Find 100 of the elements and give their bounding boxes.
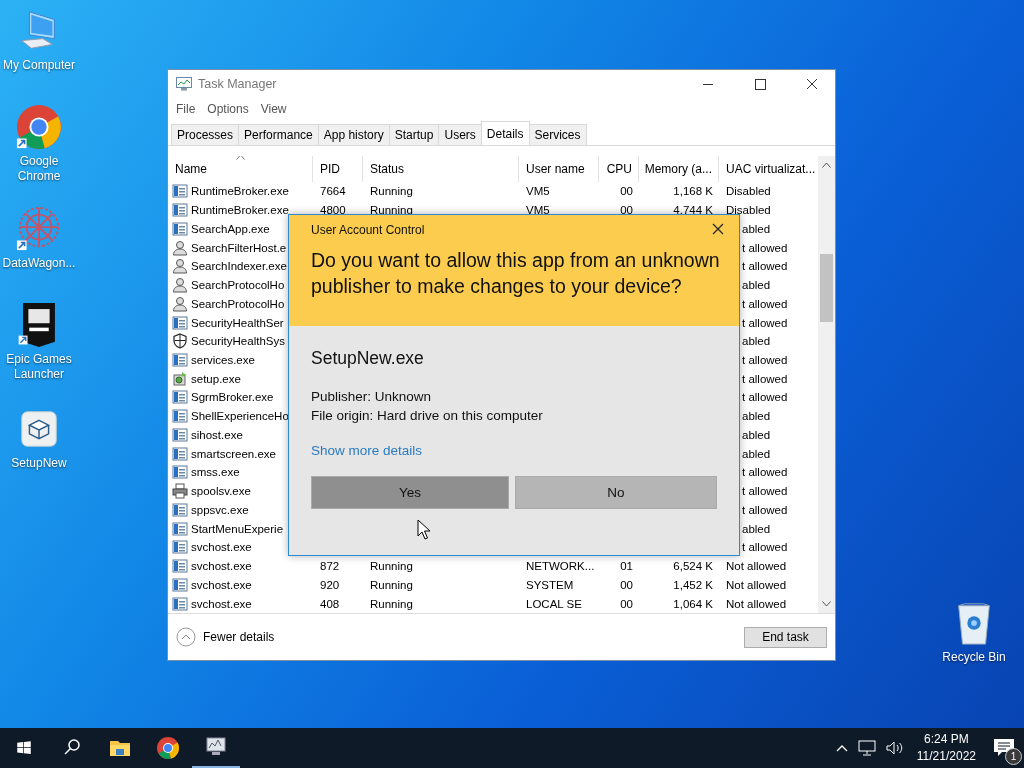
tab[interactable]: Users <box>438 124 482 145</box>
table-cell: StartMenuExperie <box>191 522 284 535</box>
table-cell: t allowed <box>742 260 788 273</box>
close-icon <box>712 223 724 235</box>
table-cell: ShellExperienceHo <box>191 410 289 423</box>
table-cell: Not allowed <box>726 578 787 591</box>
table-cell: 6,524 K <box>673 560 713 573</box>
table-cell: 1,168 K <box>673 185 713 198</box>
table-cell: 00 <box>620 185 633 198</box>
table-cell: t allowed <box>742 316 788 329</box>
mandala-icon <box>16 206 62 252</box>
table-cell: svchost.exe <box>191 578 252 591</box>
column-header[interactable]: Status <box>363 156 519 182</box>
tab[interactable]: Processes <box>171 124 240 145</box>
tab[interactable]: Startup <box>388 124 440 145</box>
table-cell: VM5 <box>526 185 550 198</box>
window-icon <box>172 595 188 612</box>
dialog-button[interactable]: Yes <box>311 476 509 509</box>
tab[interactable]: Services <box>528 124 587 145</box>
column-header[interactable]: User name <box>519 156 599 182</box>
table-cell: 00 <box>620 578 633 591</box>
window-icon <box>172 520 188 537</box>
tab[interactable]: Performance <box>238 124 319 145</box>
table-cell: services.exe <box>191 353 255 366</box>
shield-icon <box>172 333 188 350</box>
dialog-title: User Account Control <box>311 223 426 237</box>
table-cell: Running <box>370 185 413 198</box>
table-cell: spoolsv.exe <box>191 485 251 498</box>
scroll-down-icon[interactable] <box>822 601 831 607</box>
table-cell: SecurityHealthSys <box>191 335 285 348</box>
table-cell: 4,744 K <box>673 204 713 217</box>
tab[interactable]: App history <box>317 124 390 145</box>
window-icon <box>172 220 188 237</box>
collapse-icon <box>176 627 196 647</box>
scroll-up-icon[interactable] <box>822 162 831 168</box>
fewer-details-button[interactable]: Fewer details <box>176 627 275 647</box>
dialog-button[interactable]: No <box>515 476 717 509</box>
table-cell: svchost.exe <box>191 597 252 610</box>
table-cell: SearchProtocolHo <box>191 297 285 310</box>
end-task-button[interactable]: End task <box>744 626 827 648</box>
table-cell: 872 <box>320 560 340 573</box>
scrollbar[interactable] <box>818 156 835 613</box>
chrome-icon <box>16 104 62 150</box>
table-cell: 00 <box>620 597 633 610</box>
table-cell: Not allowed <box>726 597 787 610</box>
desktop-icon-label[interactable]: Recycle Bin <box>936 650 1012 665</box>
chevron-up-icon <box>835 744 848 752</box>
user-gear-icon <box>172 239 188 256</box>
table-cell: SYSTEM <box>526 578 574 591</box>
table-cell: t allowed <box>742 485 788 498</box>
menu-item[interactable]: Options <box>207 102 249 116</box>
window-icon <box>172 464 188 481</box>
table-cell: abled <box>742 522 771 535</box>
table-cell: SearchProtocolHo <box>191 279 285 292</box>
table-cell: sihost.exe <box>191 428 243 441</box>
table-cell: abled <box>742 428 771 441</box>
window-icon <box>172 183 188 200</box>
show-details-link[interactable]: Show more details <box>311 443 423 458</box>
table-cell: t allowed <box>742 391 788 404</box>
column-header[interactable]: Memory (a... <box>639 156 719 182</box>
table-cell: RuntimeBroker.exe <box>191 185 289 198</box>
column-header[interactable]: PID <box>313 156 363 182</box>
window-icon <box>172 576 188 593</box>
column-header[interactable]: Name <box>168 156 313 182</box>
table-cell: Disabled <box>726 185 771 198</box>
table-cell: SearchFilterHost.e <box>191 241 287 254</box>
table-cell: abled <box>742 410 771 423</box>
dialog-question: Do you want to allow this app from an unknown publisher to make changes to your device? <box>311 248 721 299</box>
table-cell: 408 <box>320 597 340 610</box>
speaker-icon <box>885 740 904 756</box>
table-cell: Running <box>370 578 413 591</box>
window-icon <box>172 445 188 462</box>
user-gear-icon <box>172 258 188 275</box>
mouse-cursor-icon <box>417 519 430 540</box>
window-icon <box>172 314 188 331</box>
clock[interactable]: 6:24 PM 11/21/2022 <box>908 731 984 765</box>
table-cell: NETWORK... <box>526 560 595 573</box>
window-icon <box>172 351 188 368</box>
table-cell: 4800 <box>320 204 346 217</box>
table-cell: abled <box>742 335 771 348</box>
table-cell: Running <box>370 560 413 573</box>
table-cell: abled <box>742 447 771 460</box>
window-icon <box>172 408 188 425</box>
table-cell: smartscreen.exe <box>191 447 276 460</box>
table-cell: t allowed <box>742 297 788 310</box>
user-gear-icon <box>172 277 188 294</box>
menu-item[interactable]: File <box>176 102 196 116</box>
window-title: Task Manager <box>198 77 278 91</box>
table-cell: Running <box>370 597 413 610</box>
window-icon <box>172 389 188 406</box>
table-cell: smss.exe <box>191 466 240 479</box>
printer-icon <box>172 483 188 500</box>
menu-item[interactable]: View <box>260 102 287 116</box>
close-button[interactable] <box>711 223 725 237</box>
table-cell: LOCAL SE <box>526 597 582 610</box>
table-cell: svchost.exe <box>191 560 252 573</box>
notifications-button[interactable]: 1 <box>984 728 1024 768</box>
scrollbar-thumb[interactable] <box>820 254 833 322</box>
close-icon <box>806 78 818 90</box>
column-header[interactable]: CPU <box>599 156 639 182</box>
